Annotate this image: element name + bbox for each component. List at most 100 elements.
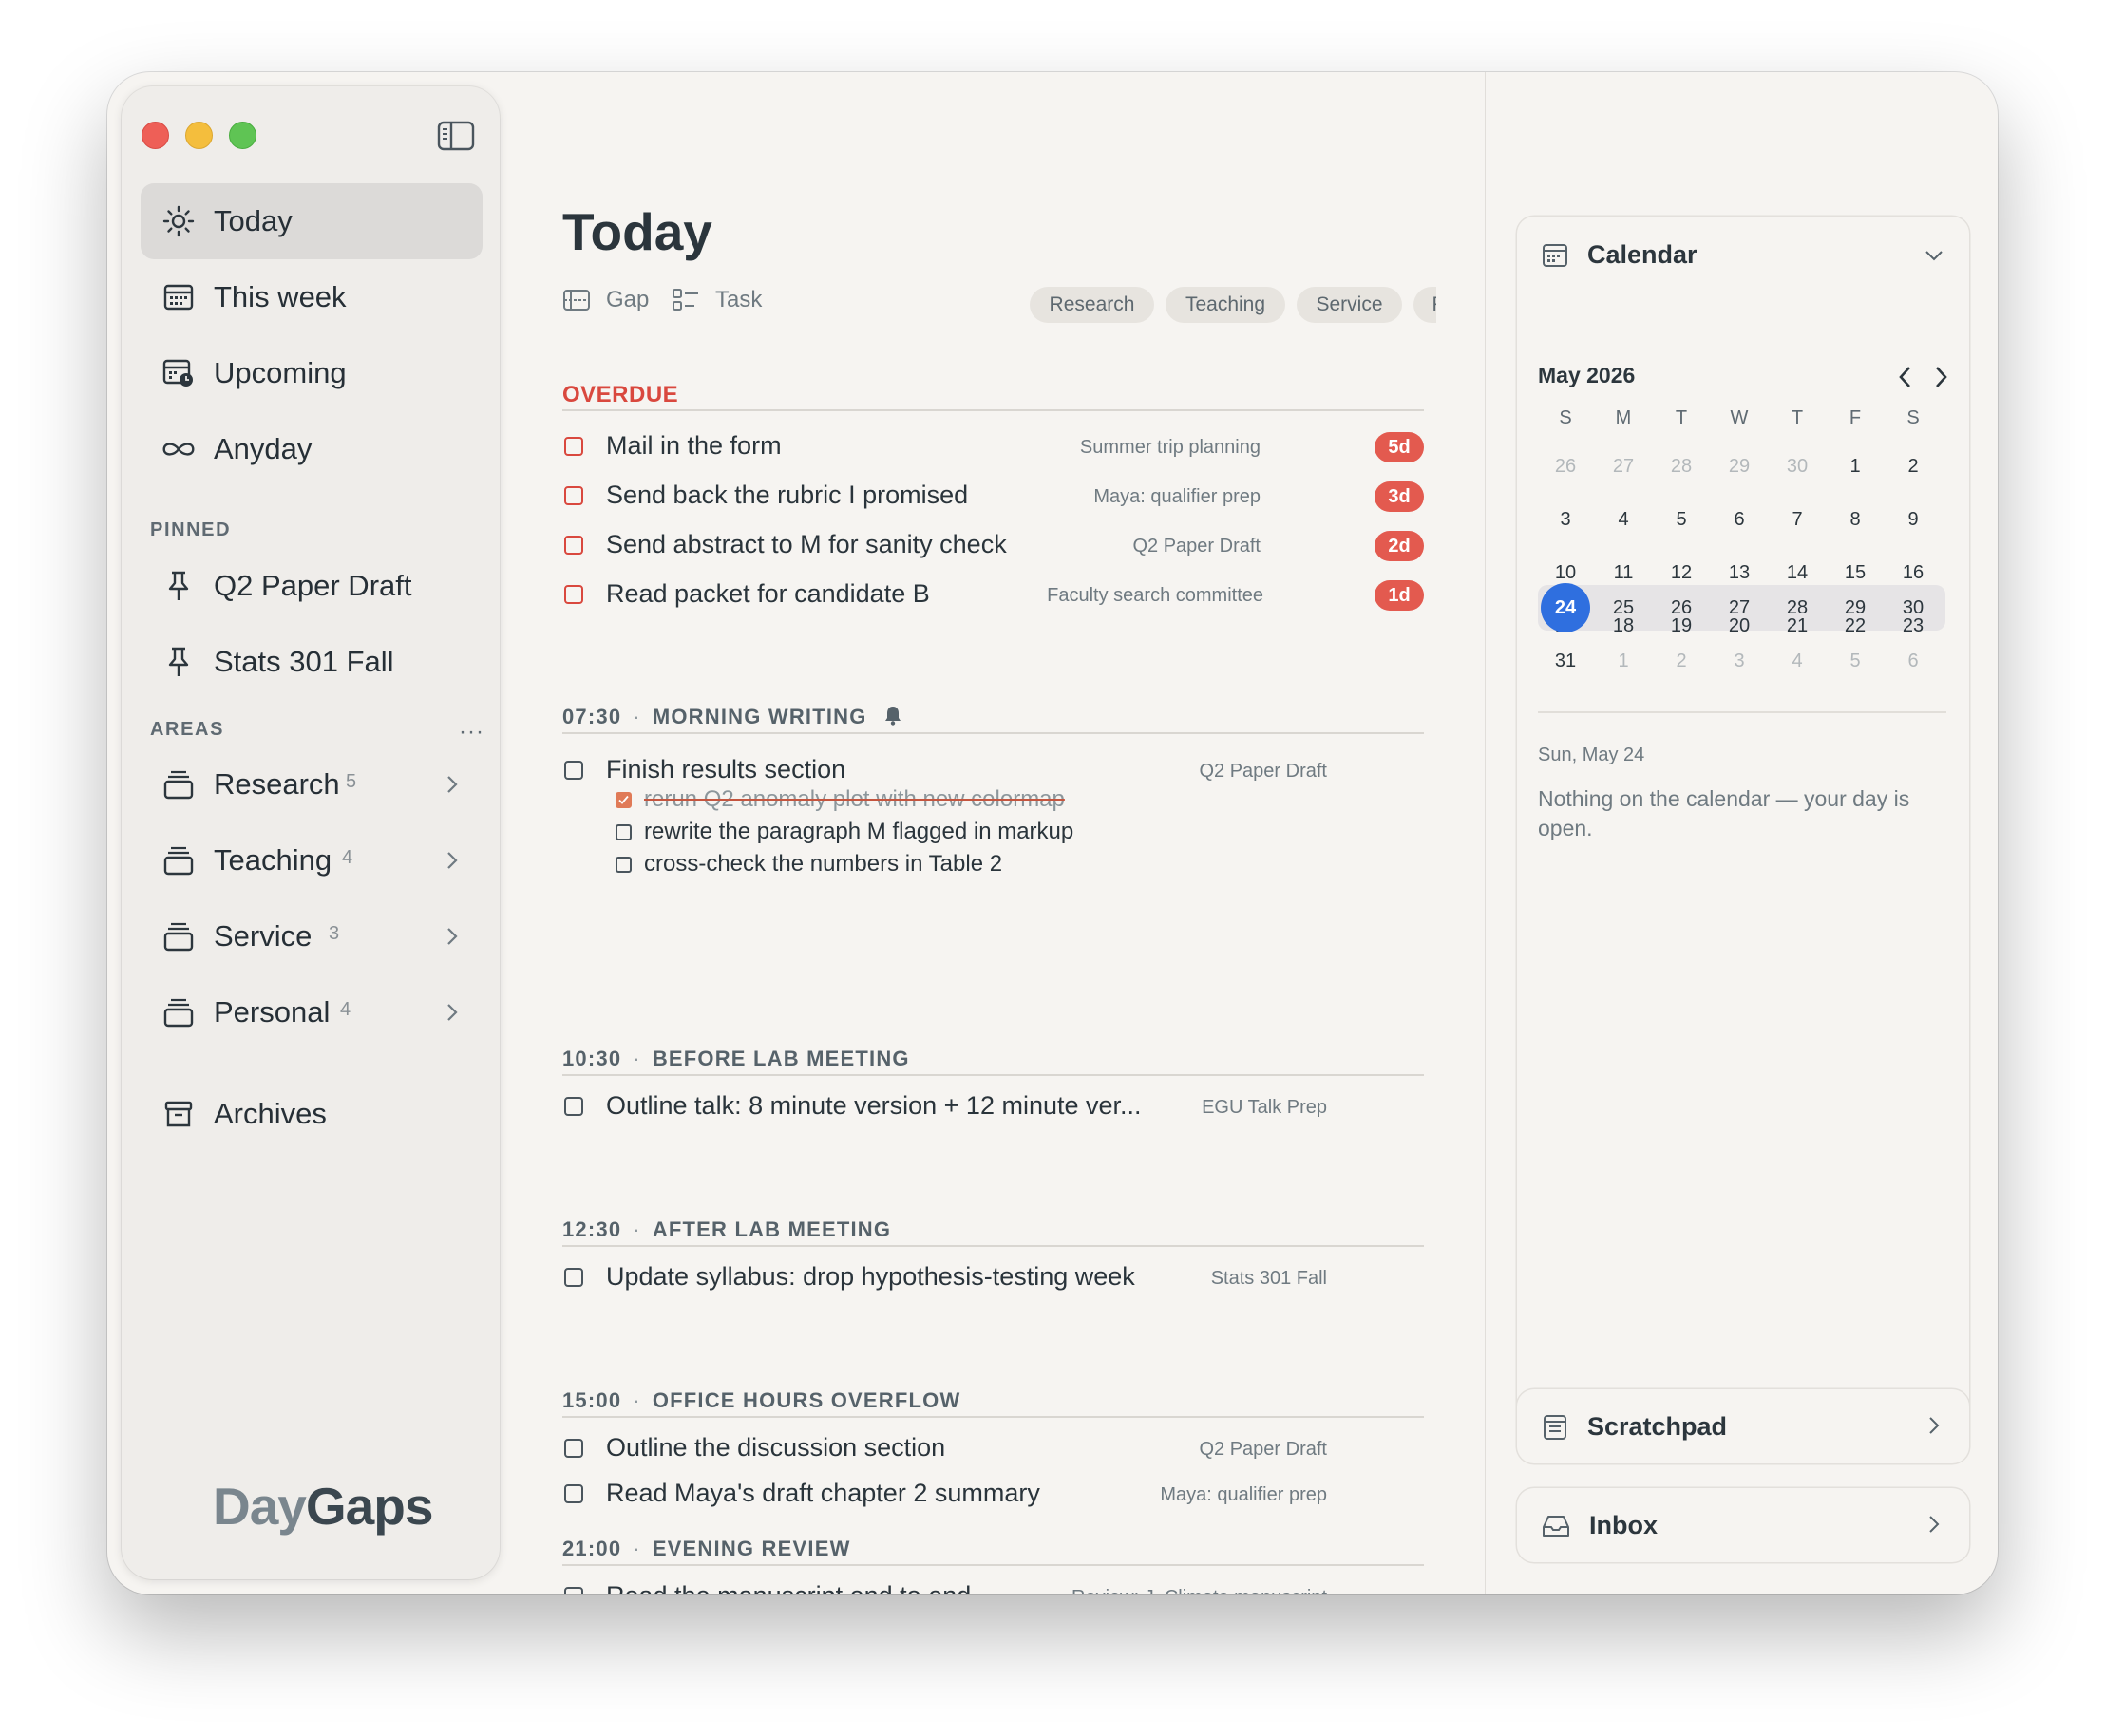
calendar-day[interactable]: 7: [1778, 500, 1816, 538]
tray-stack-icon: [161, 919, 196, 953]
task-checkbox[interactable]: [564, 486, 583, 505]
area-item-research[interactable]: Research 5: [141, 746, 483, 822]
task-checkbox[interactable]: [564, 761, 583, 780]
calendar-day[interactable]: 2: [1894, 447, 1932, 485]
calendar-day[interactable]: 11: [1604, 554, 1642, 592]
divider: [562, 1416, 1424, 1418]
calendar-header[interactable]: Calendar: [1542, 240, 1697, 270]
task-row[interactable]: Outline talk: 8 minute version + 12 minu…: [562, 1087, 1424, 1129]
task-row[interactable]: Send abstract to M for sanity check Q2 P…: [562, 526, 1424, 568]
area-count: 3: [329, 923, 340, 944]
calendar-day[interactable]: 1: [1836, 447, 1874, 485]
subtask-row[interactable]: rewrite the paragraph M flagged in marku…: [616, 817, 1280, 847]
task-checkbox[interactable]: [564, 1268, 583, 1287]
calendar-day[interactable]: 22: [1836, 607, 1874, 645]
calendar-day[interactable]: 23: [1894, 607, 1932, 645]
area-item-teaching[interactable]: Teaching 4: [141, 822, 483, 898]
chevron-down-icon[interactable]: [1924, 249, 1944, 267]
inbox-card[interactable]: Inbox: [1517, 1488, 1969, 1562]
area-item-personal[interactable]: Personal 4: [141, 974, 483, 1050]
calendar-day[interactable]: 8: [1836, 500, 1874, 538]
task-checkbox[interactable]: [564, 1484, 583, 1503]
sun-icon: [161, 204, 196, 238]
chevron-right-icon[interactable]: [1927, 1514, 1941, 1539]
calendar-day[interactable]: 20: [1720, 607, 1758, 645]
subtask-checkbox[interactable]: [616, 824, 632, 840]
calendar-day[interactable]: 15: [1836, 554, 1874, 592]
task-checkbox[interactable]: [564, 1587, 583, 1594]
calendar-day[interactable]: 4: [1604, 500, 1642, 538]
calendar-day[interactable]: 13: [1720, 554, 1758, 592]
calendar-day[interactable]: 30: [1778, 447, 1816, 485]
calendar-day[interactable]: 26: [1546, 447, 1584, 485]
next-month-icon[interactable]: [1929, 364, 1952, 390]
chevron-right-icon[interactable]: [443, 773, 462, 796]
task-checkbox[interactable]: [564, 437, 583, 456]
sidebar-toggle-icon[interactable]: [437, 121, 475, 151]
subtask-title: rewrite the paragraph M flagged in marku…: [644, 819, 1074, 844]
minimize-window-button[interactable]: [185, 122, 213, 149]
nav-this-week[interactable]: This week: [141, 259, 483, 335]
task-checkbox[interactable]: [564, 536, 583, 555]
task-checkbox[interactable]: [564, 1439, 583, 1458]
nav-upcoming[interactable]: Upcoming: [141, 335, 483, 411]
subtask-checkbox-checked[interactable]: [616, 792, 632, 808]
prev-month-icon[interactable]: [1894, 364, 1917, 390]
task-checkbox[interactable]: [564, 585, 583, 604]
pinned-item-stats-301-fall[interactable]: Stats 301 Fall: [141, 624, 483, 700]
filter-chip-teaching[interactable]: Teaching: [1166, 287, 1285, 323]
task-row[interactable]: Send back the rubric I promised Maya: qu…: [562, 477, 1424, 519]
calendar-day[interactable]: 12: [1662, 554, 1700, 592]
task-row[interactable]: Read packet for candidate B Faculty sear…: [562, 576, 1424, 617]
chevron-right-icon[interactable]: [1927, 1415, 1941, 1441]
calendar-day[interactable]: 21: [1778, 607, 1816, 645]
calendar-day[interactable]: 29: [1720, 447, 1758, 485]
calendar-clock-icon: [161, 356, 196, 390]
subtask-checkbox[interactable]: [616, 857, 632, 873]
calendar-day[interactable]: 28: [1662, 447, 1700, 485]
nav-archives[interactable]: Archives: [141, 1076, 483, 1152]
weekday-label: T: [1791, 407, 1804, 428]
calendar-day[interactable]: 16: [1894, 554, 1932, 592]
task-row[interactable]: Read the manuscript end to end Review: J…: [562, 1577, 1424, 1594]
chevron-right-icon[interactable]: [443, 1001, 462, 1024]
calendar-day[interactable]: 3: [1546, 500, 1584, 538]
filter-chip-personal[interactable]: Personal: [1413, 287, 1436, 323]
calendar-day[interactable]: 19: [1662, 607, 1700, 645]
filter-chip-service[interactable]: Service: [1297, 287, 1402, 323]
zoom-window-button[interactable]: [229, 122, 256, 149]
calendar-day[interactable]: 9: [1894, 500, 1932, 538]
calendar-day[interactable]: 14: [1778, 554, 1816, 592]
subtask-row[interactable]: rerun Q2 anomaly plot with new colormap: [616, 784, 1280, 815]
calendar-day[interactable]: 6: [1720, 500, 1758, 538]
task-project: Faculty search committee: [1047, 585, 1263, 606]
task-row[interactable]: Mail in the form Summer trip planning 5d: [562, 427, 1424, 469]
area-item-service[interactable]: Service 3: [141, 898, 483, 974]
calendar-day[interactable]: 5: [1662, 500, 1700, 538]
pinned-item-q2-paper-draft[interactable]: Q2 Paper Draft: [141, 548, 483, 624]
chevron-right-icon[interactable]: [443, 849, 462, 872]
slot-heading: 21:00 · EVENING REVIEW: [562, 1537, 851, 1560]
task-checkbox[interactable]: [564, 1097, 583, 1116]
calendar-day[interactable]: 18: [1604, 607, 1642, 645]
task-row[interactable]: Update syllabus: drop hypothesis-testing…: [562, 1258, 1424, 1300]
areas-more-button[interactable]: ···: [459, 719, 484, 745]
nav-anyday[interactable]: Anyday: [141, 411, 483, 487]
slot-heading: 10:30 · BEFORE LAB MEETING: [562, 1047, 910, 1070]
task-row[interactable]: Outline the discussion section Q2 Paper …: [562, 1429, 1424, 1471]
overdue-badge: 1d: [1375, 580, 1424, 611]
add-gap-button[interactable]: Gap: [562, 287, 649, 313]
filter-chip-research[interactable]: Research: [1030, 287, 1154, 323]
chevron-right-icon[interactable]: [443, 925, 462, 948]
scratchpad-card[interactable]: Scratchpad: [1517, 1389, 1969, 1463]
bell-icon[interactable]: [883, 705, 902, 731]
task-title: Read the manuscript end to end: [606, 1581, 971, 1594]
calendar-day[interactable]: 27: [1604, 447, 1642, 485]
subtask-row[interactable]: cross-check the numbers in Table 2: [616, 849, 1280, 879]
calendar-day-today[interactable]: 24: [1541, 583, 1590, 632]
task-row[interactable]: Read Maya's draft chapter 2 summary Maya…: [562, 1475, 1424, 1517]
close-window-button[interactable]: [142, 122, 169, 149]
subtask-title: cross-check the numbers in Table 2: [644, 851, 1003, 877]
nav-today[interactable]: Today: [141, 183, 483, 259]
add-task-button[interactable]: Task: [672, 287, 762, 313]
